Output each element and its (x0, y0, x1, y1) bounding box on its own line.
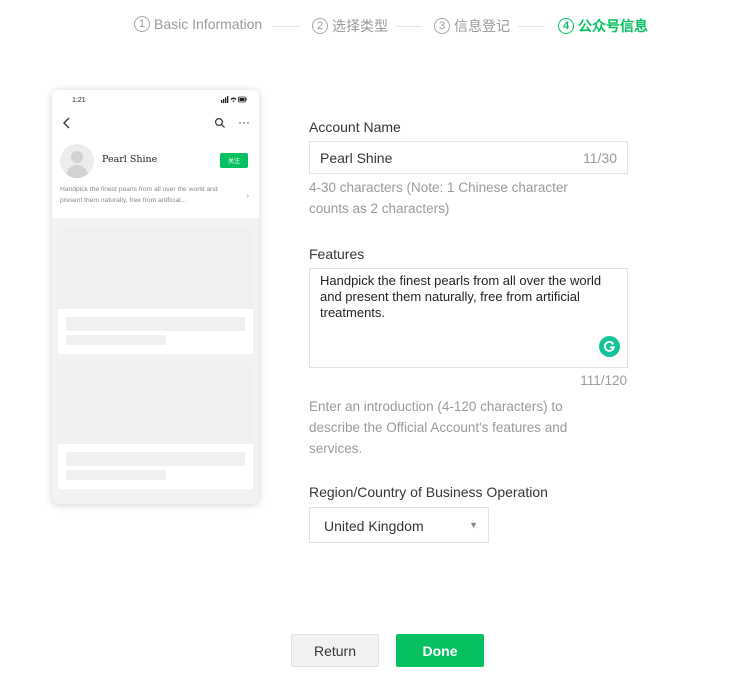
account-name-label: Account Name (309, 119, 401, 135)
step-official-account-info: 4 公众号信息 (558, 16, 648, 36)
step-basic-information: 1 Basic Information (134, 16, 262, 32)
step-label: 信息登记 (454, 18, 510, 34)
region-select-value: United Kingdom (324, 518, 424, 534)
phone-preview: 1:21 ··· Pearl Shine 关注 Handpick the fin… (52, 90, 259, 504)
chevron-right-icon: › (246, 191, 249, 200)
features-label: Features (309, 246, 365, 262)
status-icons (221, 96, 247, 105)
more-icon: ··· (238, 115, 250, 129)
account-name-input[interactable]: Pearl Shine 11/30 (309, 141, 628, 174)
progress-stepper: 1 Basic Information 2 选择类型 3 信息登记 4 公众号信… (0, 16, 730, 36)
search-icon (214, 117, 225, 128)
features-textarea[interactable]: Handpick the finest pearls from all over… (309, 268, 628, 368)
grammarly-icon[interactable] (599, 336, 620, 357)
account-name-hint: 4-30 characters (Note: 1 Chinese charact… (309, 180, 568, 216)
account-name-value: Pearl Shine (320, 150, 393, 166)
step-label: 公众号信息 (578, 18, 648, 34)
region-label: Region/Country of Business Operation (309, 484, 548, 500)
placeholder-article-card (58, 362, 253, 489)
features-hint: Enter an introduction (4-120 characters)… (309, 399, 568, 456)
step-select-type: 2 选择类型 (312, 16, 388, 36)
back-arrow-icon (63, 117, 70, 129)
step-divider (518, 26, 545, 27)
caret-down-icon: ▼ (469, 520, 478, 530)
done-button[interactable]: Done (396, 634, 484, 667)
step-divider (272, 26, 299, 27)
step-number: 3 (434, 18, 450, 34)
placeholder-article-card (58, 227, 253, 354)
avatar (60, 144, 94, 178)
step-label: Basic Information (154, 16, 263, 32)
step-divider (396, 26, 422, 27)
step-number: 1 (134, 16, 150, 32)
return-button[interactable]: Return (291, 634, 379, 667)
official-account-info-page: 1 Basic Information 2 选择类型 3 信息登记 4 公众号信… (0, 0, 730, 685)
status-time: 1:21 (72, 97, 86, 104)
step-number: 2 (312, 18, 328, 34)
account-name-counter: 11/30 (583, 150, 617, 166)
features-counter: 111/120 (580, 373, 627, 388)
features-value: Handpick the finest pearls from all over… (320, 273, 602, 320)
signal-wifi-battery-icon (221, 96, 247, 103)
preview-description: Handpick the finest pearls from all over… (60, 186, 218, 204)
step-info-registration: 3 信息登记 (434, 16, 510, 36)
step-number: 4 (558, 18, 574, 34)
preview-account-name: Pearl Shine (102, 154, 158, 165)
preview-header: 1:21 ··· Pearl Shine 关注 Handpick the fin… (52, 90, 259, 218)
follow-button: 关注 (220, 153, 248, 168)
region-select[interactable]: United Kingdom ▼ (309, 507, 489, 543)
step-label: 选择类型 (332, 18, 388, 34)
